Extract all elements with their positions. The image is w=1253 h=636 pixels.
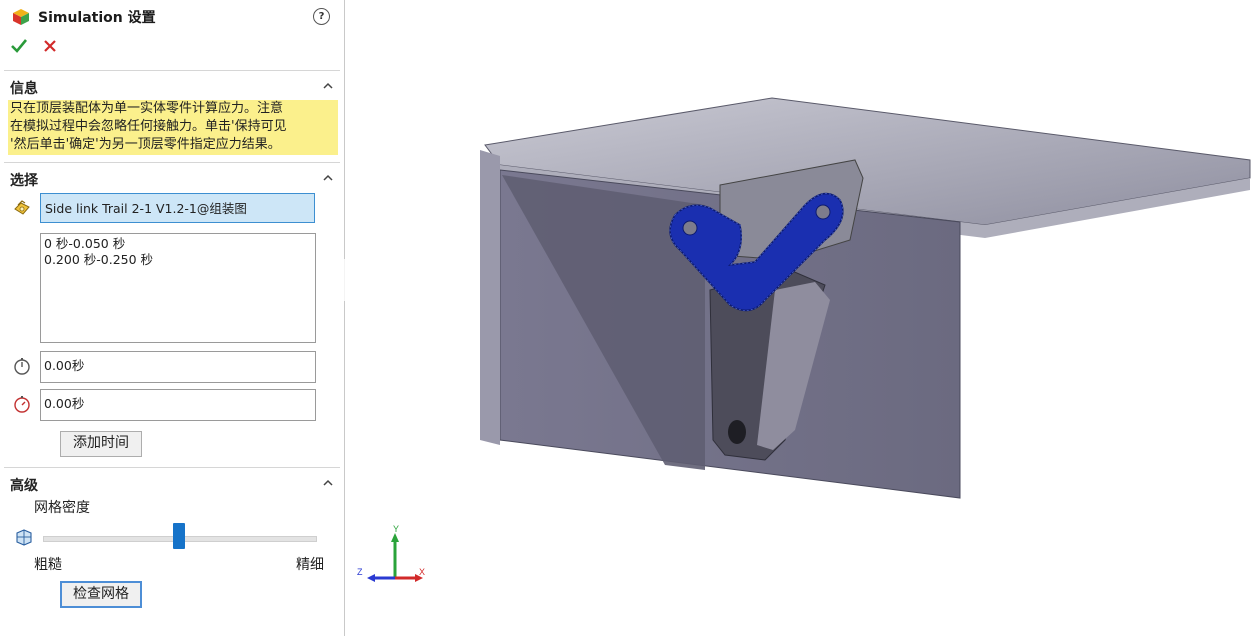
mesh-icon — [16, 529, 32, 546]
selected-component-field[interactable]: Side link Trail 2-1 V1.2-1@组装图 — [40, 193, 315, 223]
add-time-button[interactable]: 添加时间 — [60, 431, 142, 457]
cancel-x-icon[interactable] — [43, 39, 57, 53]
info-line: 在模拟过程中会忽略任何接触力。单击'保持可见 — [10, 119, 287, 134]
time-range-list[interactable]: 0 秒-0.050 秒 0.200 秒-0.250 秒 — [40, 233, 316, 343]
mesh-density-slider-thumb[interactable] — [173, 523, 185, 549]
end-time-input[interactable]: 0.00秒 — [40, 389, 316, 421]
divider — [4, 162, 340, 163]
selection-section-header[interactable]: 选择 — [0, 166, 344, 192]
divider — [4, 467, 340, 468]
chevron-up-icon[interactable] — [322, 477, 334, 489]
ok-check-icon[interactable] — [10, 37, 28, 55]
triad-x-label: X — [419, 567, 425, 577]
selection-section-title: 选择 — [10, 173, 38, 189]
advanced-section-header[interactable]: 高级 — [0, 471, 344, 497]
coordinate-triad — [367, 533, 423, 582]
help-icon[interactable]: ? — [313, 8, 330, 25]
advanced-section-title: 高级 — [10, 478, 38, 494]
list-item[interactable]: 0 秒-0.050 秒 — [44, 236, 312, 252]
end-time-icon — [14, 396, 30, 413]
check-mesh-button[interactable]: 检查网格 — [60, 581, 142, 608]
left-side-plate[interactable] — [480, 150, 500, 445]
info-line: 只在顶层装配体为单一实体零件计算应力。注意 — [10, 101, 284, 116]
info-section-title: 信息 — [10, 81, 38, 97]
info-section-header[interactable]: 信息 — [0, 74, 344, 100]
start-time-input[interactable]: 0.00秒 — [40, 351, 316, 383]
panel-title-row: Simulation 设置 — [12, 7, 156, 27]
start-time-icon — [14, 358, 30, 375]
chevron-up-icon[interactable] — [322, 172, 334, 184]
panel-title: Simulation 设置 — [38, 10, 156, 26]
property-manager-panel: Simulation 设置 ? 信息 只在顶层装配体为单一实体零件计算应力。注意… — [0, 0, 345, 636]
graphics-viewport[interactable]: Y X Z — [345, 0, 1253, 636]
triad-y-label: Y — [393, 524, 399, 534]
chevron-up-icon[interactable] — [322, 80, 334, 92]
assembly-model[interactable]: Y X Z — [345, 0, 1253, 636]
coarse-label: 粗糙 — [34, 557, 62, 573]
list-item[interactable]: 0.200 秒-0.250 秒 — [44, 252, 312, 268]
info-message: 只在顶层装配体为单一实体零件计算应力。注意 在模拟过程中会忽略任何接触力。单击'… — [8, 100, 338, 155]
divider — [4, 70, 340, 71]
mesh-density-label: 网格密度 — [34, 500, 90, 516]
pin-hole — [728, 420, 746, 444]
fine-label: 精细 — [296, 557, 324, 573]
info-line: '然后单击'确定'为另一顶层零件指定应力结果。 — [10, 137, 281, 152]
component-icon — [14, 200, 30, 215]
simulation-icon — [13, 9, 29, 25]
triad-z-label: Z — [357, 567, 363, 577]
